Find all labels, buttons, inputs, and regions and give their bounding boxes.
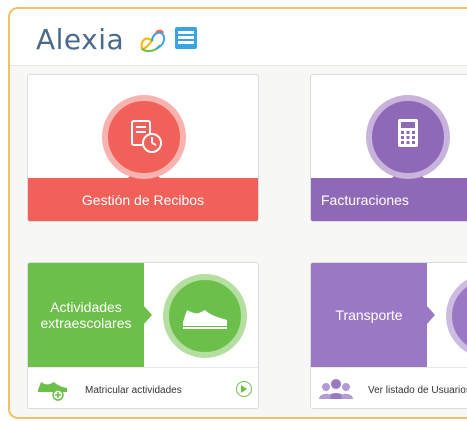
receipt-clock-icon [102,95,186,179]
menu-icon-bar [178,41,194,44]
card-facturaciones[interactable]: Facturaciones [310,74,467,222]
footer-link[interactable]: Matricular actividades [85,385,182,396]
card-label: Actividades extraescolares [40,299,132,331]
users-group-icon [319,379,353,399]
calculator-icon [366,95,450,179]
app-frame: Alexia Gestión de Recibos Facturaciones … [8,7,467,419]
card-label: Transporte [335,307,403,323]
bus-icon [446,274,467,358]
menu-icon-bar [178,31,194,34]
play-icon[interactable] [236,381,252,397]
sneaker-add-icon [38,382,67,401]
card-label-band: Facturaciones [311,178,467,221]
card-transporte[interactable]: Transporte Ver listado de Usuarios [310,262,467,409]
footer-link[interactable]: Ver listado de Usuarios [368,385,467,396]
card-label: Facturaciones [321,192,409,208]
card-label: Gestión de Recibos [81,192,205,208]
menu-icon-bar [178,36,194,39]
menu-button[interactable] [175,27,197,49]
card-footer[interactable]: Ver listado de Usuarios [311,367,467,408]
brand-name: Alexia [36,23,125,56]
card-label-band: Gestión de Recibos [28,178,258,221]
sneaker-icon [163,274,247,358]
top-header: Alexia [10,9,467,66]
card-footer[interactable]: Matricular actividades [28,367,258,408]
card-gestion-de-recibos[interactable]: Gestión de Recibos [27,74,259,222]
card-actividades-extraescolares[interactable]: Actividades extraescolares Matricular ac… [27,262,259,409]
alexia-logo-icon [140,29,166,53]
